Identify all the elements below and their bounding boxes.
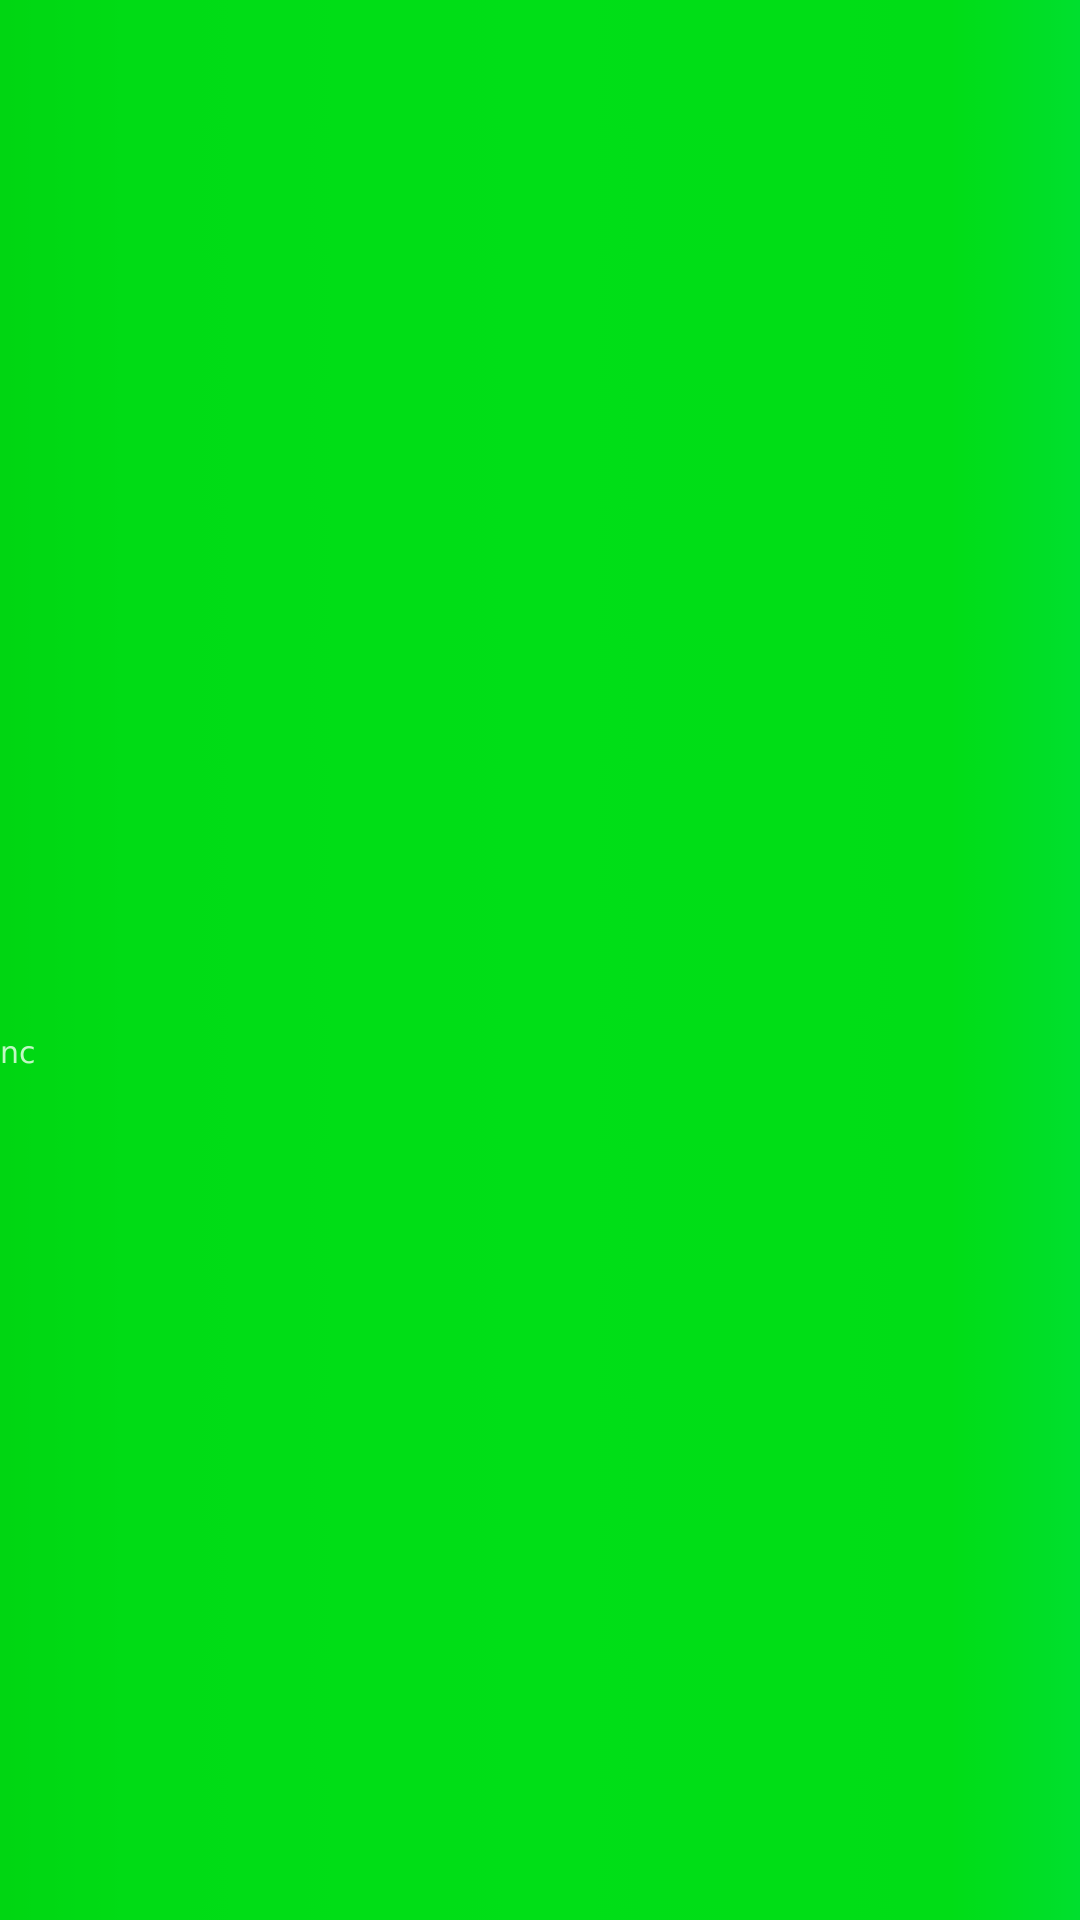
partial-label-text: nc	[0, 1036, 36, 1071]
green-screen: nc	[0, 0, 1080, 1920]
